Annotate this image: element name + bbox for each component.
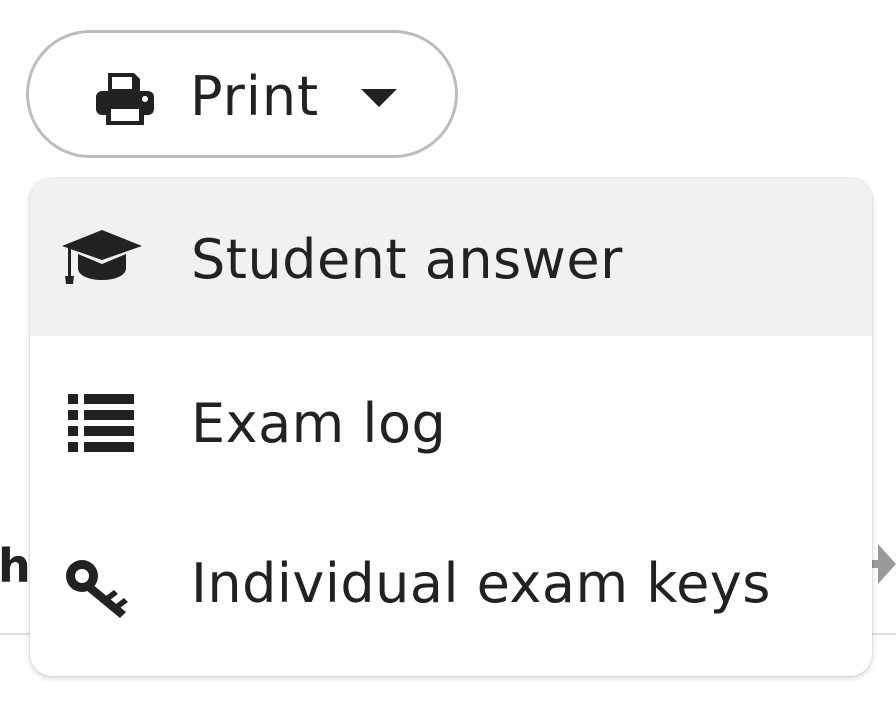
key-icon xyxy=(66,560,128,618)
graduation-cap-icon xyxy=(62,230,142,284)
menu-item-exam-log[interactable]: Exam log xyxy=(30,336,872,494)
print-button-label: Print xyxy=(190,65,320,128)
menu-item-label: Exam log xyxy=(191,392,447,455)
caret-down-icon xyxy=(361,89,397,107)
next-arrow-icon[interactable] xyxy=(872,540,896,588)
menu-item-student-answer[interactable]: Student answer xyxy=(30,178,872,336)
menu-item-label: Individual exam keys xyxy=(191,552,771,615)
background-partial-text: h xyxy=(0,539,31,593)
menu-item-individual-exam-keys[interactable]: Individual exam keys xyxy=(30,494,872,652)
print-dropdown-menu: Student answer Exam log Individual exam … xyxy=(30,178,872,676)
printer-icon xyxy=(96,73,154,125)
list-icon xyxy=(68,394,134,452)
menu-item-label: Student answer xyxy=(191,228,623,291)
print-button[interactable]: Print xyxy=(26,30,458,158)
